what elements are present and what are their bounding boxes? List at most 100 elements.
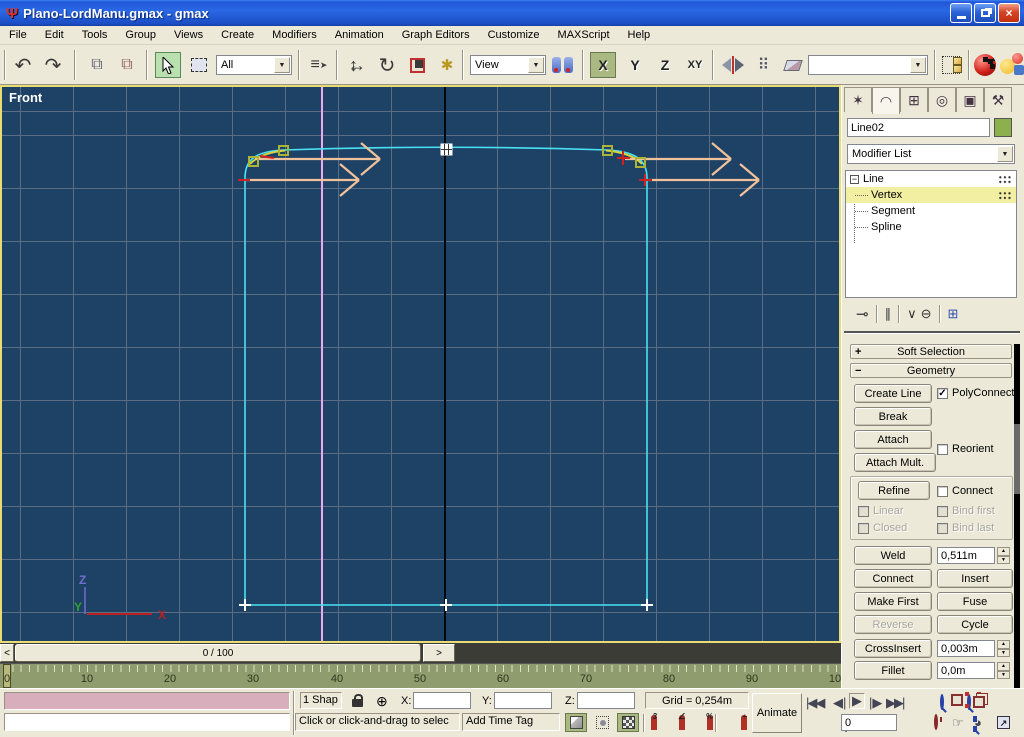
fillet-button[interactable]: Fillet [854, 661, 932, 680]
fillet-field[interactable] [937, 662, 995, 679]
named-selection-set-button[interactable] [942, 52, 960, 78]
scrollbar-thumb[interactable] [1014, 424, 1020, 494]
crossing-selection-toggle[interactable] [591, 713, 613, 732]
restrict-y-button[interactable]: Y [622, 52, 648, 78]
material-editor-button[interactable] [974, 52, 996, 78]
current-frame-field[interactable] [841, 714, 897, 731]
select-object-button[interactable] [155, 52, 181, 78]
time-slider[interactable]: 0 / 100 [15, 644, 421, 662]
menu-help[interactable]: Help [619, 27, 660, 43]
tab-create[interactable]: ✶ [844, 87, 872, 112]
shaded-cube-toggle[interactable] [617, 713, 639, 732]
polyconnect-checkbox[interactable]: ✓ PolyConnect [937, 387, 1014, 399]
restore-button[interactable] [974, 3, 996, 23]
panel-scrollbar[interactable] [1014, 344, 1020, 688]
fillet-spinner[interactable]: ▲▼ [937, 662, 1010, 679]
zoom-all-icon[interactable] [967, 694, 971, 710]
time-configuration-icon[interactable] [934, 714, 938, 730]
connect-button[interactable]: Connect [854, 569, 932, 588]
spline-shape[interactable]: X Z Y [2, 87, 839, 641]
viewport-grid[interactable]: X Z Y Front [2, 87, 839, 641]
restrict-x-button[interactable]: X [590, 52, 616, 78]
z-coordinate-field[interactable] [577, 692, 635, 709]
tab-display[interactable]: ▣ [956, 87, 984, 112]
minimize-button[interactable] [950, 3, 972, 23]
unlink-selection-button[interactable]: ⧉ [114, 52, 140, 78]
weld-threshold-spinner[interactable]: ▲▼ [937, 547, 1010, 564]
make-unique-icon[interactable]: ∨ [907, 306, 917, 322]
stack-item-vertex[interactable]: Vertex [846, 187, 1016, 203]
menu-maxscript[interactable]: MAXScript [549, 27, 619, 43]
zoom-icon[interactable] [940, 694, 944, 710]
tab-utilities[interactable]: ⚒ [984, 87, 1012, 112]
redo-button[interactable]: ↷ [40, 52, 66, 78]
spinner-arrows[interactable]: ▲▼ [997, 640, 1010, 657]
render-button[interactable] [1000, 52, 1024, 78]
x-coordinate-field[interactable] [413, 692, 471, 709]
select-and-manipulate-button[interactable]: ✱ [434, 52, 460, 78]
configure-modifier-sets-icon[interactable]: ⊞ [948, 306, 959, 322]
viewport-label[interactable]: Front [9, 90, 42, 105]
menu-animation[interactable]: Animation [326, 27, 393, 43]
select-by-name-button[interactable]: ≡➤ [306, 52, 332, 78]
attach-mult-button[interactable]: Attach Mult. [854, 453, 936, 472]
absolute-offset-toggle[interactable]: ⊕ [376, 693, 388, 710]
restrict-z-button[interactable]: Z [652, 52, 678, 78]
go-to-end-button[interactable]: ▶▶| [886, 695, 903, 711]
connect-checkbox[interactable]: Connect [937, 485, 993, 497]
go-to-start-button[interactable]: |◀◀ [806, 695, 823, 711]
object-name-field[interactable] [847, 118, 990, 137]
maxscript-mini-listener[interactable] [4, 692, 290, 710]
select-and-rotate-button[interactable]: ↻ [374, 52, 400, 78]
collapse-icon[interactable]: − [850, 175, 859, 184]
spinner-arrows[interactable]: ▲▼ [997, 547, 1010, 564]
maxscript-input-line[interactable] [4, 713, 290, 731]
weld-button[interactable]: Weld [854, 546, 932, 565]
cross-insert-field[interactable] [937, 640, 995, 657]
remove-modifier-icon[interactable]: ⊖ [921, 306, 932, 322]
menu-create[interactable]: Create [212, 27, 263, 43]
tab-modify[interactable]: ◠ [872, 87, 900, 114]
rollout-soft-selection[interactable]: + Soft Selection [850, 344, 1012, 359]
y-coordinate-field[interactable] [494, 692, 552, 709]
rollout-geometry[interactable]: − Geometry [850, 363, 1012, 378]
zoom-extents-all-icon[interactable] [973, 696, 985, 708]
front-viewport[interactable]: X Z Y Front [0, 85, 841, 643]
menu-views[interactable]: Views [165, 27, 212, 43]
track-bar[interactable]: 0 10 20 30 40 50 60 70 80 90 100 [0, 663, 841, 688]
rectangular-selection-region-button[interactable] [186, 52, 212, 78]
menu-modifiers[interactable]: Modifiers [263, 27, 326, 43]
restrict-xy-plane-button[interactable]: XY [682, 52, 708, 78]
make-first-button[interactable]: Make First [854, 592, 932, 611]
tab-hierarchy[interactable]: ⊞ [900, 87, 928, 112]
menu-group[interactable]: Group [116, 27, 165, 43]
arc-rotate-icon[interactable]: ◕ [974, 715, 982, 730]
tab-motion[interactable]: ◎ [928, 87, 956, 112]
insert-button[interactable]: Insert [937, 569, 1013, 588]
add-time-tag[interactable]: Add Time Tag [462, 713, 560, 731]
menu-tools[interactable]: Tools [73, 27, 117, 43]
angle-snap-toggle-icon[interactable]: ∠ [679, 715, 685, 730]
reorient-checkbox[interactable]: Reorient [937, 443, 994, 455]
next-frame-button[interactable]: |▶ [869, 695, 882, 711]
menu-graph-editors[interactable]: Graph Editors [393, 27, 479, 43]
select-and-link-button[interactable]: ⧉ [84, 52, 110, 78]
stack-item-segment[interactable]: Segment [846, 203, 1016, 219]
select-and-move-button[interactable]: ↔↕ [344, 52, 370, 78]
array-button[interactable]: ⠿ [750, 52, 776, 78]
stack-item-line[interactable]: − Line [846, 171, 1016, 187]
align-button[interactable] [780, 52, 806, 78]
show-end-result-icon[interactable]: ∥ [885, 306, 892, 322]
minmax-toggle-icon[interactable]: ↗ [997, 716, 1010, 729]
zoom-extents-icon[interactable] [951, 694, 963, 706]
reference-coordinate-dropdown[interactable]: View ▼ [470, 55, 546, 75]
refine-button[interactable]: Refine [858, 481, 930, 500]
fuse-button[interactable]: Fuse [937, 592, 1013, 611]
select-and-scale-button[interactable] [404, 52, 430, 78]
named-selection-sets-dropdown[interactable]: ▼ [808, 55, 928, 75]
top-center-vertex[interactable] [441, 144, 452, 155]
pan-hand-icon[interactable]: ☞ [952, 715, 964, 731]
degradation-override-toggle[interactable] [565, 713, 587, 732]
use-pivot-center-button[interactable] [552, 52, 573, 78]
animate-button[interactable]: Animate [752, 693, 802, 733]
